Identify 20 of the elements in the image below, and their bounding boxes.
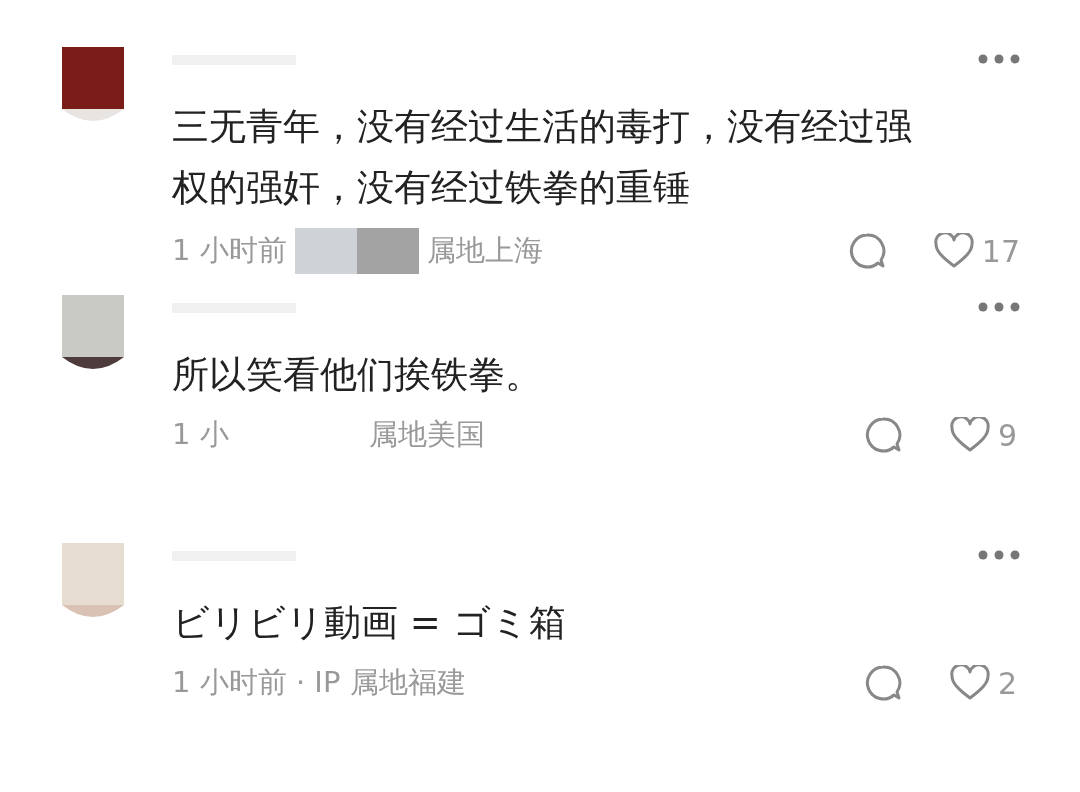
comment-meta: 属地上海 [426, 232, 543, 269]
heart-icon[interactable] [950, 665, 990, 701]
comment-text: ビリビリ動画 = ゴミ箱 [172, 600, 567, 646]
heart-icon[interactable] [950, 417, 990, 453]
comment-icon[interactable] [864, 664, 902, 702]
comment-text: 所以笑看他们挨铁拳。 [172, 352, 543, 398]
comment-meta: 1 小时前 [172, 232, 287, 269]
like-count: 9 [998, 417, 1018, 453]
like-count: 17 [981, 233, 1020, 269]
comment-icon[interactable] [847, 232, 886, 270]
comment-text: 三无青年，没有经过生活的毒打，没有经过强权的强奸，没有经过铁拳的重锤 [172, 104, 913, 211]
comment-meta: 1 小时前 · IP 属地福建 [172, 664, 466, 701]
heart-icon[interactable] [933, 233, 974, 269]
comment-meta: 属地美国 [368, 416, 485, 453]
more-icon[interactable] [978, 54, 1020, 64]
comment-icon[interactable] [864, 416, 902, 454]
comment-meta: 1 小 [172, 416, 229, 453]
like-count: 2 [998, 665, 1018, 701]
more-icon[interactable] [978, 550, 1020, 560]
more-icon[interactable] [978, 302, 1020, 312]
